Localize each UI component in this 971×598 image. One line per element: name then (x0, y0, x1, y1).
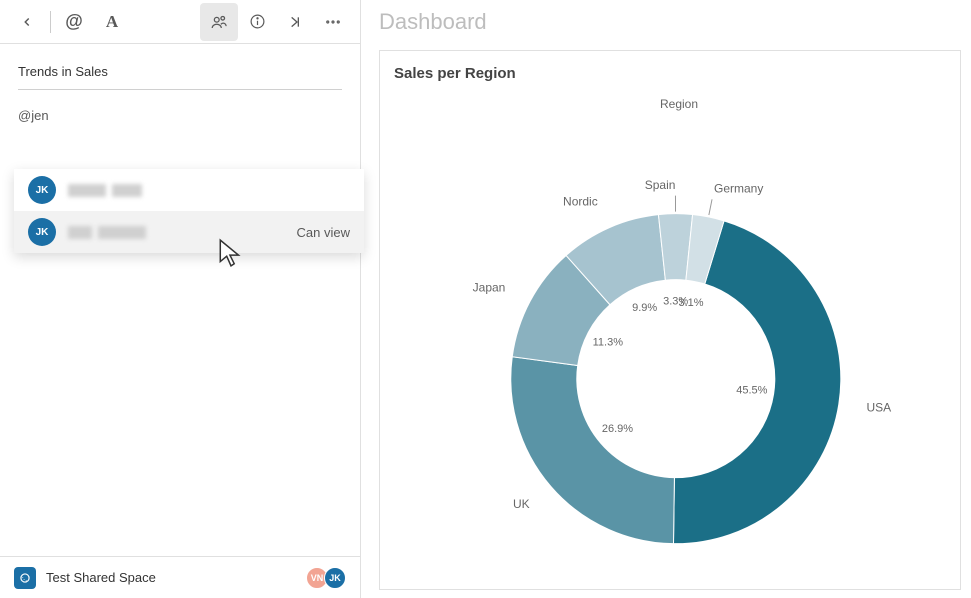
avatar: JK (28, 176, 56, 204)
notes-toolbar: @ A (0, 0, 360, 44)
divider (50, 11, 51, 33)
note-title: Trends in Sales (18, 64, 342, 90)
page-title: Dashboard (379, 9, 487, 35)
space-icon (14, 567, 36, 589)
suggestion-item[interactable]: JK (14, 169, 364, 211)
info-button[interactable] (238, 3, 276, 41)
svg-text:11.3%: 11.3% (593, 336, 624, 348)
back-button[interactable] (8, 3, 46, 41)
skip-end-button[interactable] (276, 3, 314, 41)
permission-label: Can view (297, 225, 350, 240)
suggestion-item[interactable]: JK Can view (14, 211, 364, 253)
mention-input[interactable]: @jen (18, 108, 342, 123)
text-format-button[interactable]: A (93, 3, 131, 41)
svg-text:USA: USA (866, 401, 891, 415)
avatar: JK (28, 218, 56, 246)
chart-card[interactable]: Sales per Region Region 45.5% USA 26.9% UK 1… (379, 50, 961, 590)
avatar[interactable]: JK (324, 567, 346, 589)
legend-title: Region (660, 97, 698, 111)
donut-chart: 45.5%USA26.9%UK11.3%Japan9.9%Nordic3.3%S… (380, 111, 960, 589)
svg-text:Japan: Japan (473, 280, 506, 294)
footer-avatars: VN JK (310, 567, 346, 589)
svg-text:3.1%: 3.1% (679, 297, 704, 309)
suggestion-name-redacted (68, 226, 285, 239)
svg-text:45.5%: 45.5% (736, 384, 767, 396)
svg-text:UK: UK (513, 497, 530, 511)
notes-panel: @ A (0, 0, 361, 598)
more-button[interactable] (314, 3, 352, 41)
suggestion-name-redacted (68, 184, 350, 197)
svg-text:Germany: Germany (714, 182, 763, 196)
mention-button[interactable]: @ (55, 3, 93, 41)
dashboard-panel: Dashboard Sales per Region Region 45.5% U… (361, 0, 971, 598)
svg-text:Spain: Spain (645, 178, 676, 192)
share-button[interactable] (200, 3, 238, 41)
mention-suggestions: JK JK Can view (14, 169, 364, 253)
svg-text:26.9%: 26.9% (602, 423, 633, 435)
space-name[interactable]: Test Shared Space (46, 570, 300, 585)
svg-text:9.9%: 9.9% (632, 302, 657, 314)
space-footer: Test Shared Space VN JK (0, 556, 360, 598)
chart-title: Sales per Region (394, 65, 946, 82)
svg-text:Nordic: Nordic (563, 194, 598, 208)
